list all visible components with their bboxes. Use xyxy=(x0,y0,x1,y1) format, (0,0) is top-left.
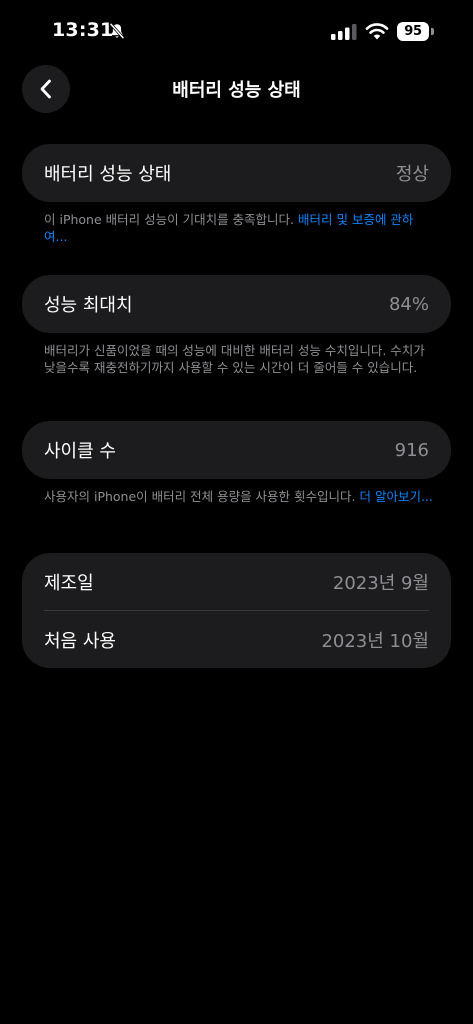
battery-health-value: 정상 xyxy=(395,164,429,185)
manufacture-date-label: 제조일 xyxy=(44,573,94,594)
cellular-signal-icon xyxy=(331,24,357,40)
status-bar: 13:31 95 xyxy=(0,0,473,60)
learn-more-link[interactable]: 더 알아보기... xyxy=(359,489,432,504)
manufacture-date-row: 제조일 2023년 9월 xyxy=(44,553,429,611)
first-use-label: 처음 사용 xyxy=(44,631,116,652)
battery-health-footnote: 이 iPhone 배터리 성능이 기대치를 충족합니다. 배터리 및 보증에 관… xyxy=(44,211,434,245)
battery-health-row: 배터리 성능 상태 정상 xyxy=(44,144,429,202)
maximum-capacity-label: 성능 최대치 xyxy=(44,295,133,316)
cycle-count-row: 사이클 수 916 xyxy=(44,421,429,479)
cycle-count-label: 사이클 수 xyxy=(44,441,116,462)
first-use-value: 2023년 10월 xyxy=(321,631,429,652)
first-use-row: 처음 사용 2023년 10월 xyxy=(44,611,429,669)
bell-off-icon xyxy=(109,22,125,40)
battery-icon: 95 xyxy=(397,22,435,41)
battery-nub xyxy=(431,28,434,35)
battery-health-footnote-text: 이 iPhone 배터리 성능이 기대치를 충족합니다. xyxy=(44,212,299,227)
battery-health-label: 배터리 성능 상태 xyxy=(44,164,172,185)
battery-level: 95 xyxy=(404,24,422,39)
maximum-capacity-footnote: 배터리가 신품이었을 때의 성능에 대비한 배터리 성능 수치입니다. 수치가 … xyxy=(44,343,425,375)
maximum-capacity-value: 84% xyxy=(388,293,429,315)
cycle-count-value: 916 xyxy=(394,439,429,461)
page-title: 배터리 성능 상태 xyxy=(172,80,301,101)
maximum-capacity-row: 성능 최대치 84% xyxy=(44,275,429,333)
cycle-count-footnote: 사용자의 iPhone이 배터리 전체 용량을 사용한 횟수입니다. 더 알아보… xyxy=(44,488,434,505)
maximum-capacity-card: 성능 최대치 84% xyxy=(22,275,451,333)
status-time: 13:31 xyxy=(52,19,114,41)
cycle-count-card: 사이클 수 916 xyxy=(22,421,451,479)
manufacture-date-value: 2023년 9월 xyxy=(332,573,429,594)
wifi-icon xyxy=(365,23,389,40)
dates-card: 제조일 2023년 9월 처음 사용 2023년 10월 xyxy=(22,553,451,668)
battery-health-card: 배터리 성능 상태 정상 xyxy=(22,144,451,202)
cycle-count-footnote-text: 사용자의 iPhone이 배터리 전체 용량을 사용한 횟수입니다. xyxy=(44,489,360,504)
battery-body: 95 xyxy=(397,22,429,41)
